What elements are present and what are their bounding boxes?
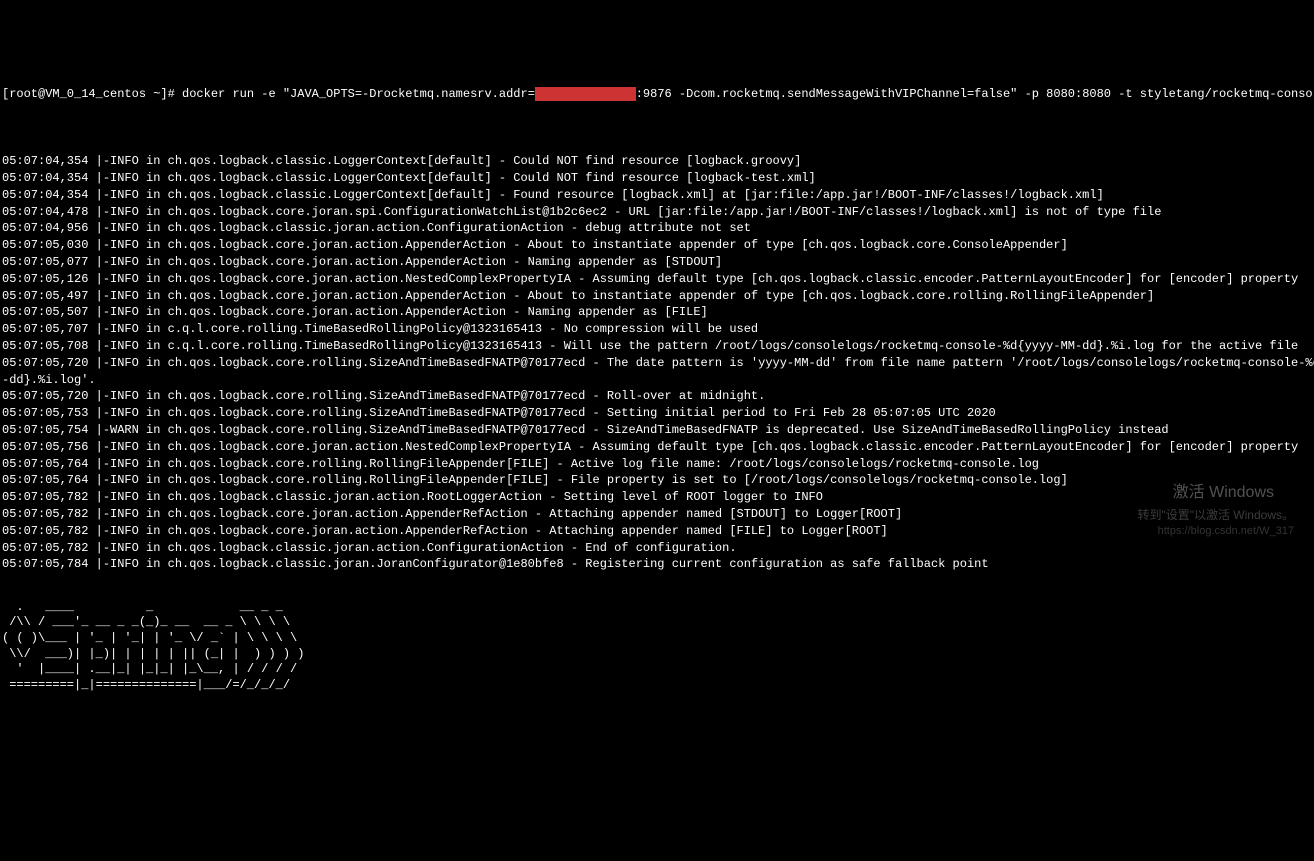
command-text-post: :9876 -Dcom.rocketmq.sendMessageWithVIPC… bbox=[636, 87, 1314, 101]
log-line: 05:07:05,707 |-INFO in c.q.l.core.rollin… bbox=[2, 321, 1312, 338]
log-line: 05:07:04,354 |-INFO in ch.qos.logback.cl… bbox=[2, 170, 1312, 187]
log-line: 05:07:04,478 |-INFO in ch.qos.logback.co… bbox=[2, 204, 1312, 221]
csdn-watermark-url: https://blog.csdn.net/W_317 bbox=[1158, 524, 1294, 539]
log-line: 05:07:05,126 |-INFO in ch.qos.logback.co… bbox=[2, 271, 1312, 288]
log-line: 05:07:04,354 |-INFO in ch.qos.logback.cl… bbox=[2, 187, 1312, 204]
log-line: 05:07:05,030 |-INFO in ch.qos.logback.co… bbox=[2, 237, 1312, 254]
log-line: 05:07:05,782 |-INFO in ch.qos.logback.co… bbox=[2, 523, 1312, 540]
log-line: 05:07:05,756 |-INFO in ch.qos.logback.co… bbox=[2, 439, 1312, 456]
terminal-output[interactable]: [root@VM_0_14_centos ~]# docker run -e "… bbox=[2, 69, 1312, 710]
log-line: 05:07:05,782 |-INFO in ch.qos.logback.cl… bbox=[2, 489, 1312, 506]
log-line: 05:07:05,754 |-WARN in ch.qos.logback.co… bbox=[2, 422, 1312, 439]
log-line: 05:07:05,782 |-INFO in ch.qos.logback.co… bbox=[2, 506, 1312, 523]
log-line: 05:07:05,720 |-INFO in ch.qos.logback.co… bbox=[2, 355, 1312, 372]
log-line: -dd}.%i.log'. bbox=[2, 372, 1312, 389]
log-line: 05:07:05,764 |-INFO in ch.qos.logback.co… bbox=[2, 472, 1312, 489]
log-line: 05:07:05,753 |-INFO in ch.qos.logback.co… bbox=[2, 405, 1312, 422]
command-prompt-line: [root@VM_0_14_centos ~]# docker run -e "… bbox=[2, 86, 1312, 103]
log-line: 05:07:04,956 |-INFO in ch.qos.logback.cl… bbox=[2, 220, 1312, 237]
log-line: 05:07:05,497 |-INFO in ch.qos.logback.co… bbox=[2, 288, 1312, 305]
log-line: 05:07:05,507 |-INFO in ch.qos.logback.co… bbox=[2, 304, 1312, 321]
command-text-pre: docker run -e "JAVA_OPTS=-Drocketmq.name… bbox=[182, 87, 535, 101]
redacted-ip: xx.xxx.xxx.xxx bbox=[535, 87, 636, 101]
log-line: 05:07:05,077 |-INFO in ch.qos.logback.co… bbox=[2, 254, 1312, 271]
log-line: 05:07:05,782 |-INFO in ch.qos.logback.cl… bbox=[2, 540, 1312, 557]
log-line: 05:07:05,708 |-INFO in c.q.l.core.rollin… bbox=[2, 338, 1312, 355]
log-line: 05:07:05,764 |-INFO in ch.qos.logback.co… bbox=[2, 456, 1312, 473]
prompt-prefix: [root@VM_0_14_centos ~]# bbox=[2, 87, 182, 101]
spring-banner-ascii: . ____ _ __ _ _ /\\ / ___'_ __ _ _(_)_ _… bbox=[2, 600, 1312, 694]
windows-activation-subtext: 转到"设置"以激活 Windows。 bbox=[1137, 507, 1294, 524]
log-line: 05:07:04,354 |-INFO in ch.qos.logback.cl… bbox=[2, 153, 1312, 170]
windows-activation-watermark: 激活 Windows bbox=[1173, 482, 1274, 504]
log-output: 05:07:04,354 |-INFO in ch.qos.logback.cl… bbox=[2, 153, 1312, 573]
blank-line bbox=[2, 120, 1312, 137]
log-line: 05:07:05,720 |-INFO in ch.qos.logback.co… bbox=[2, 388, 1312, 405]
log-line: 05:07:05,784 |-INFO in ch.qos.logback.cl… bbox=[2, 556, 1312, 573]
